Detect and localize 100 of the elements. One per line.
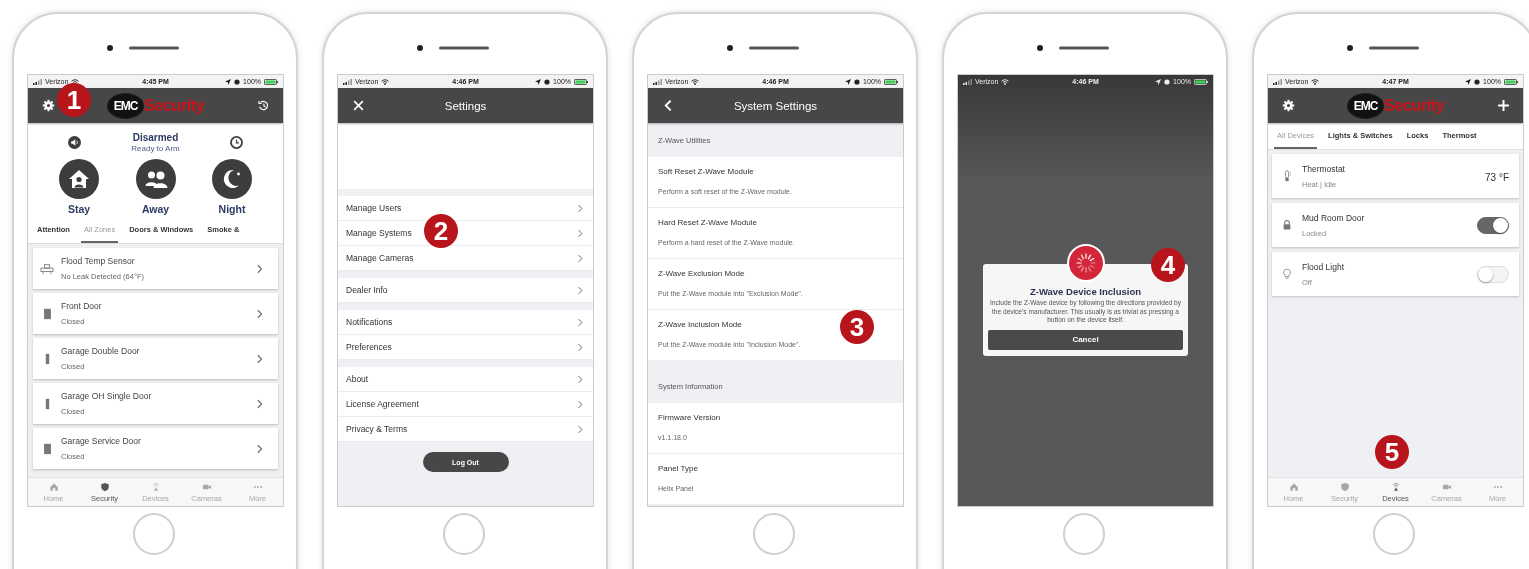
- setting-title: Soft Reset Z-Wave Module: [658, 167, 755, 176]
- battery-icon: [574, 78, 588, 85]
- battery-icon: [1194, 78, 1208, 85]
- add-icon[interactable]: [1496, 99, 1510, 112]
- zone-name: Flood Temp Sensor: [61, 256, 136, 266]
- location-icon: [535, 78, 542, 85]
- chevron-right-icon: [577, 228, 583, 238]
- chevron-right-icon: [256, 308, 263, 319]
- chevron-right-icon: [256, 443, 263, 454]
- lock-icon: [1281, 219, 1293, 231]
- chevron-right-icon: [577, 342, 583, 352]
- status-dot-icon: [1474, 78, 1481, 85]
- status-dot-icon: [544, 78, 551, 85]
- signal-icon: [343, 78, 352, 85]
- earpiece-drawing: [727, 45, 799, 51]
- history-icon[interactable]: [256, 99, 270, 112]
- signal-icon: [963, 78, 972, 85]
- menu-item[interactable]: Preferences: [338, 335, 593, 360]
- location-icon: [225, 78, 232, 85]
- settings-icon[interactable]: [41, 99, 55, 112]
- battery-icon: [264, 78, 278, 85]
- logo-badge: EMC: [1346, 92, 1385, 119]
- door-icon: [42, 442, 52, 455]
- signal-icon: [33, 78, 42, 85]
- arm-state: Disarmed: [132, 131, 179, 143]
- menu-item[interactable]: Notifications: [338, 310, 593, 335]
- chevron-right-icon: [577, 203, 583, 213]
- setting-title: Panel Type: [658, 464, 699, 473]
- chevron-right-icon: [256, 263, 263, 274]
- speaker-icon[interactable]: [68, 135, 82, 149]
- location-icon: [1465, 78, 1472, 85]
- cancel-button[interactable]: Cancel: [988, 329, 1183, 350]
- earpiece-drawing: [1037, 45, 1109, 51]
- setting-title: Hard Reset Z-Wave Module: [658, 218, 758, 227]
- zone-name: Garage Service Door: [61, 436, 142, 446]
- logo-badge: EMC: [106, 92, 145, 119]
- house-person-icon: [59, 159, 99, 199]
- logo-wordmark: Security: [1383, 95, 1445, 116]
- chevron-right-icon: [577, 374, 583, 384]
- menu-item[interactable]: About: [338, 367, 593, 392]
- settings-icon[interactable]: [1281, 99, 1295, 112]
- earpiece-drawing: [107, 45, 179, 51]
- menu-item[interactable]: Manage Cameras: [338, 246, 593, 271]
- people-icon: [135, 159, 176, 199]
- wifi-icon: [381, 78, 390, 85]
- location-icon: [845, 78, 852, 85]
- arm-mode-button[interactable]: Stay: [48, 159, 110, 215]
- shield-icon: [99, 481, 110, 492]
- close-icon[interactable]: [351, 99, 365, 112]
- chevron-right-icon: [577, 285, 583, 295]
- arm-mode-button[interactable]: Away: [124, 159, 187, 215]
- arm-substate: Ready to Arm: [131, 143, 180, 153]
- arm-mode-button[interactable]: Night: [201, 159, 263, 215]
- wifi-icon: [1311, 78, 1320, 85]
- battery-icon: [1504, 78, 1518, 85]
- logo-wordmark: Security: [143, 95, 205, 116]
- earpiece-drawing: [417, 45, 489, 51]
- screen-title: System Settings: [733, 99, 818, 112]
- device-name: Flood Light: [1302, 261, 1346, 272]
- status-dot-icon: [1164, 78, 1171, 85]
- status-dot-icon: [234, 78, 241, 85]
- house-icon: [1288, 481, 1299, 492]
- signal-icon: [1273, 78, 1282, 85]
- dialog-title: Z-Wave Device Inclusion: [1028, 286, 1142, 297]
- signal-icon: [653, 78, 662, 85]
- broadcast-icon: [150, 481, 161, 492]
- zone-name: Front Door: [61, 301, 103, 311]
- temperature-reading: 73 °F: [1485, 172, 1509, 183]
- battery-icon: [884, 78, 898, 85]
- lightbulb-icon: [1281, 268, 1293, 280]
- shield-icon: [1339, 481, 1350, 492]
- chevron-right-icon: [577, 424, 583, 434]
- setting-title: Z-Wave Exclusion Mode: [658, 269, 746, 278]
- toggle-switch[interactable]: [1477, 216, 1509, 234]
- earpiece-drawing: [1347, 45, 1419, 51]
- menu-item[interactable]: Dealer Info: [338, 278, 593, 303]
- door-icon: [42, 307, 52, 320]
- moon-icon: [212, 159, 252, 199]
- menu-item[interactable]: License Agreement: [338, 392, 593, 417]
- wifi-icon: [1001, 78, 1010, 85]
- zone-name: Garage Double Door: [61, 346, 141, 356]
- chevron-right-icon: [577, 399, 583, 409]
- status-dot-icon: [854, 78, 861, 85]
- device-name: Mud Room Door: [1302, 212, 1366, 223]
- chevron-right-icon: [256, 398, 263, 409]
- house-icon: [48, 481, 59, 492]
- wifi-icon: [691, 78, 700, 85]
- wifi-icon: [71, 78, 80, 85]
- location-icon: [1155, 78, 1162, 85]
- screen-title: Settings: [444, 99, 487, 112]
- setting-title: Firmware Version: [658, 413, 722, 422]
- device-name: Thermostat: [1302, 163, 1346, 174]
- zone-name: Garage OH Single Door: [61, 391, 153, 401]
- pipe-icon: [40, 262, 54, 275]
- menu-item[interactable]: Privacy & Terms: [338, 417, 593, 442]
- clock-icon[interactable]: [229, 135, 243, 149]
- chevron-right-icon: [577, 317, 583, 327]
- chevron-right-icon: [577, 253, 583, 263]
- chevron-right-icon: [256, 353, 263, 364]
- broadcast-icon: [1390, 481, 1401, 492]
